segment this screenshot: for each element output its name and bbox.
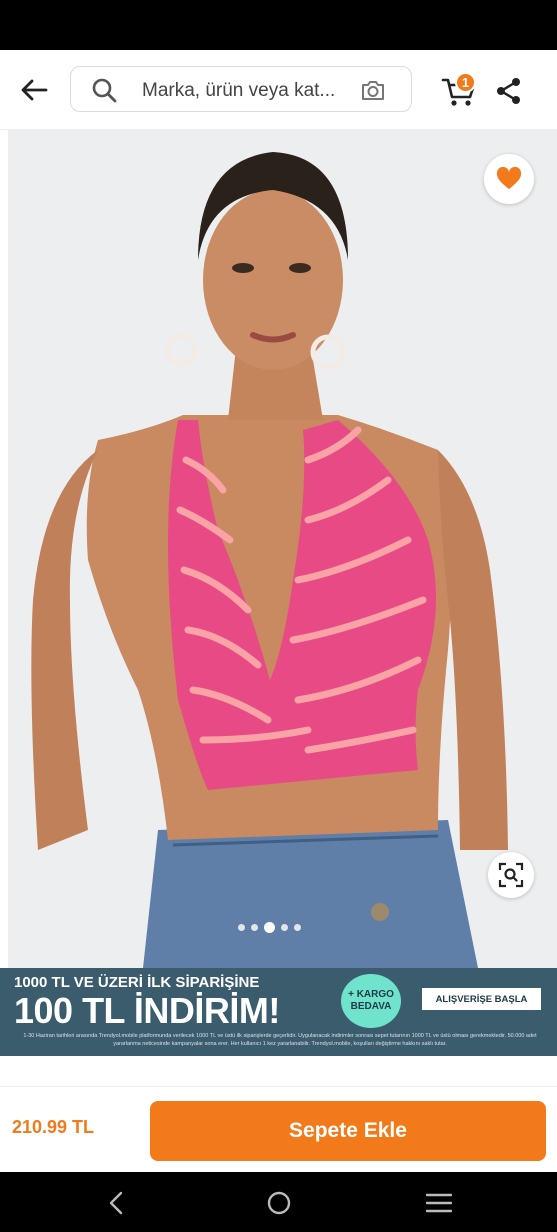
- cart-count-badge: 1: [455, 72, 476, 93]
- product-photo: [8, 130, 557, 968]
- add-to-cart-button[interactable]: Sepete Ekle: [150, 1101, 546, 1161]
- top-bar: Marka, ürün veya kat... 1: [0, 50, 557, 130]
- camera-icon[interactable]: [359, 77, 387, 103]
- visual-search-icon: [498, 862, 524, 888]
- pagination-dot[interactable]: [251, 924, 258, 931]
- image-pagination: [238, 922, 301, 933]
- free-shipping-badge: + KARGO BEDAVA: [341, 974, 401, 1028]
- search-input[interactable]: Marka, ürün veya kat...: [70, 66, 412, 112]
- search-placeholder: Marka, ürün veya kat...: [142, 80, 336, 101]
- badge-line1: + KARGO: [348, 989, 394, 1000]
- badge-line2: BEDAVA: [350, 1001, 392, 1012]
- back-arrow-icon: [21, 79, 48, 101]
- promo-cta-button[interactable]: ALIŞVERİŞE BAŞLA: [422, 988, 541, 1010]
- share-icon[interactable]: [494, 76, 524, 106]
- nav-home-icon[interactable]: [264, 1188, 294, 1218]
- promo-headline: 1000 TL VE ÜZERİ İLK SİPARİŞİNE: [14, 974, 260, 991]
- visual-search-button[interactable]: [488, 852, 534, 898]
- nav-menu-icon[interactable]: [424, 1188, 454, 1218]
- favorite-button[interactable]: [484, 154, 534, 204]
- product-price: 210.99 TL: [12, 1117, 95, 1137]
- promo-discount: 100 TL İNDİRİM!: [14, 990, 280, 1031]
- pagination-dot-active[interactable]: [264, 922, 275, 933]
- buy-bar: 210.99 TL Sepete Ekle: [0, 1086, 557, 1172]
- pagination-dot[interactable]: [294, 924, 301, 931]
- system-nav-bar: [0, 1172, 557, 1232]
- product-image[interactable]: [8, 130, 557, 968]
- promo-fine-print: 1-30 Haziran tarihleri arasında Trendyol…: [23, 1033, 537, 1047]
- status-bar: [0, 0, 557, 50]
- heart-icon: [496, 167, 522, 189]
- pagination-dot[interactable]: [281, 924, 288, 931]
- nav-back-icon[interactable]: [102, 1188, 132, 1218]
- promo-banner[interactable]: 1000 TL VE ÜZERİ İLK SİPARİŞİNE 100 TL İ…: [0, 968, 557, 1056]
- search-icon: [92, 78, 117, 103]
- pagination-dot[interactable]: [238, 924, 245, 931]
- back-button[interactable]: [14, 72, 54, 108]
